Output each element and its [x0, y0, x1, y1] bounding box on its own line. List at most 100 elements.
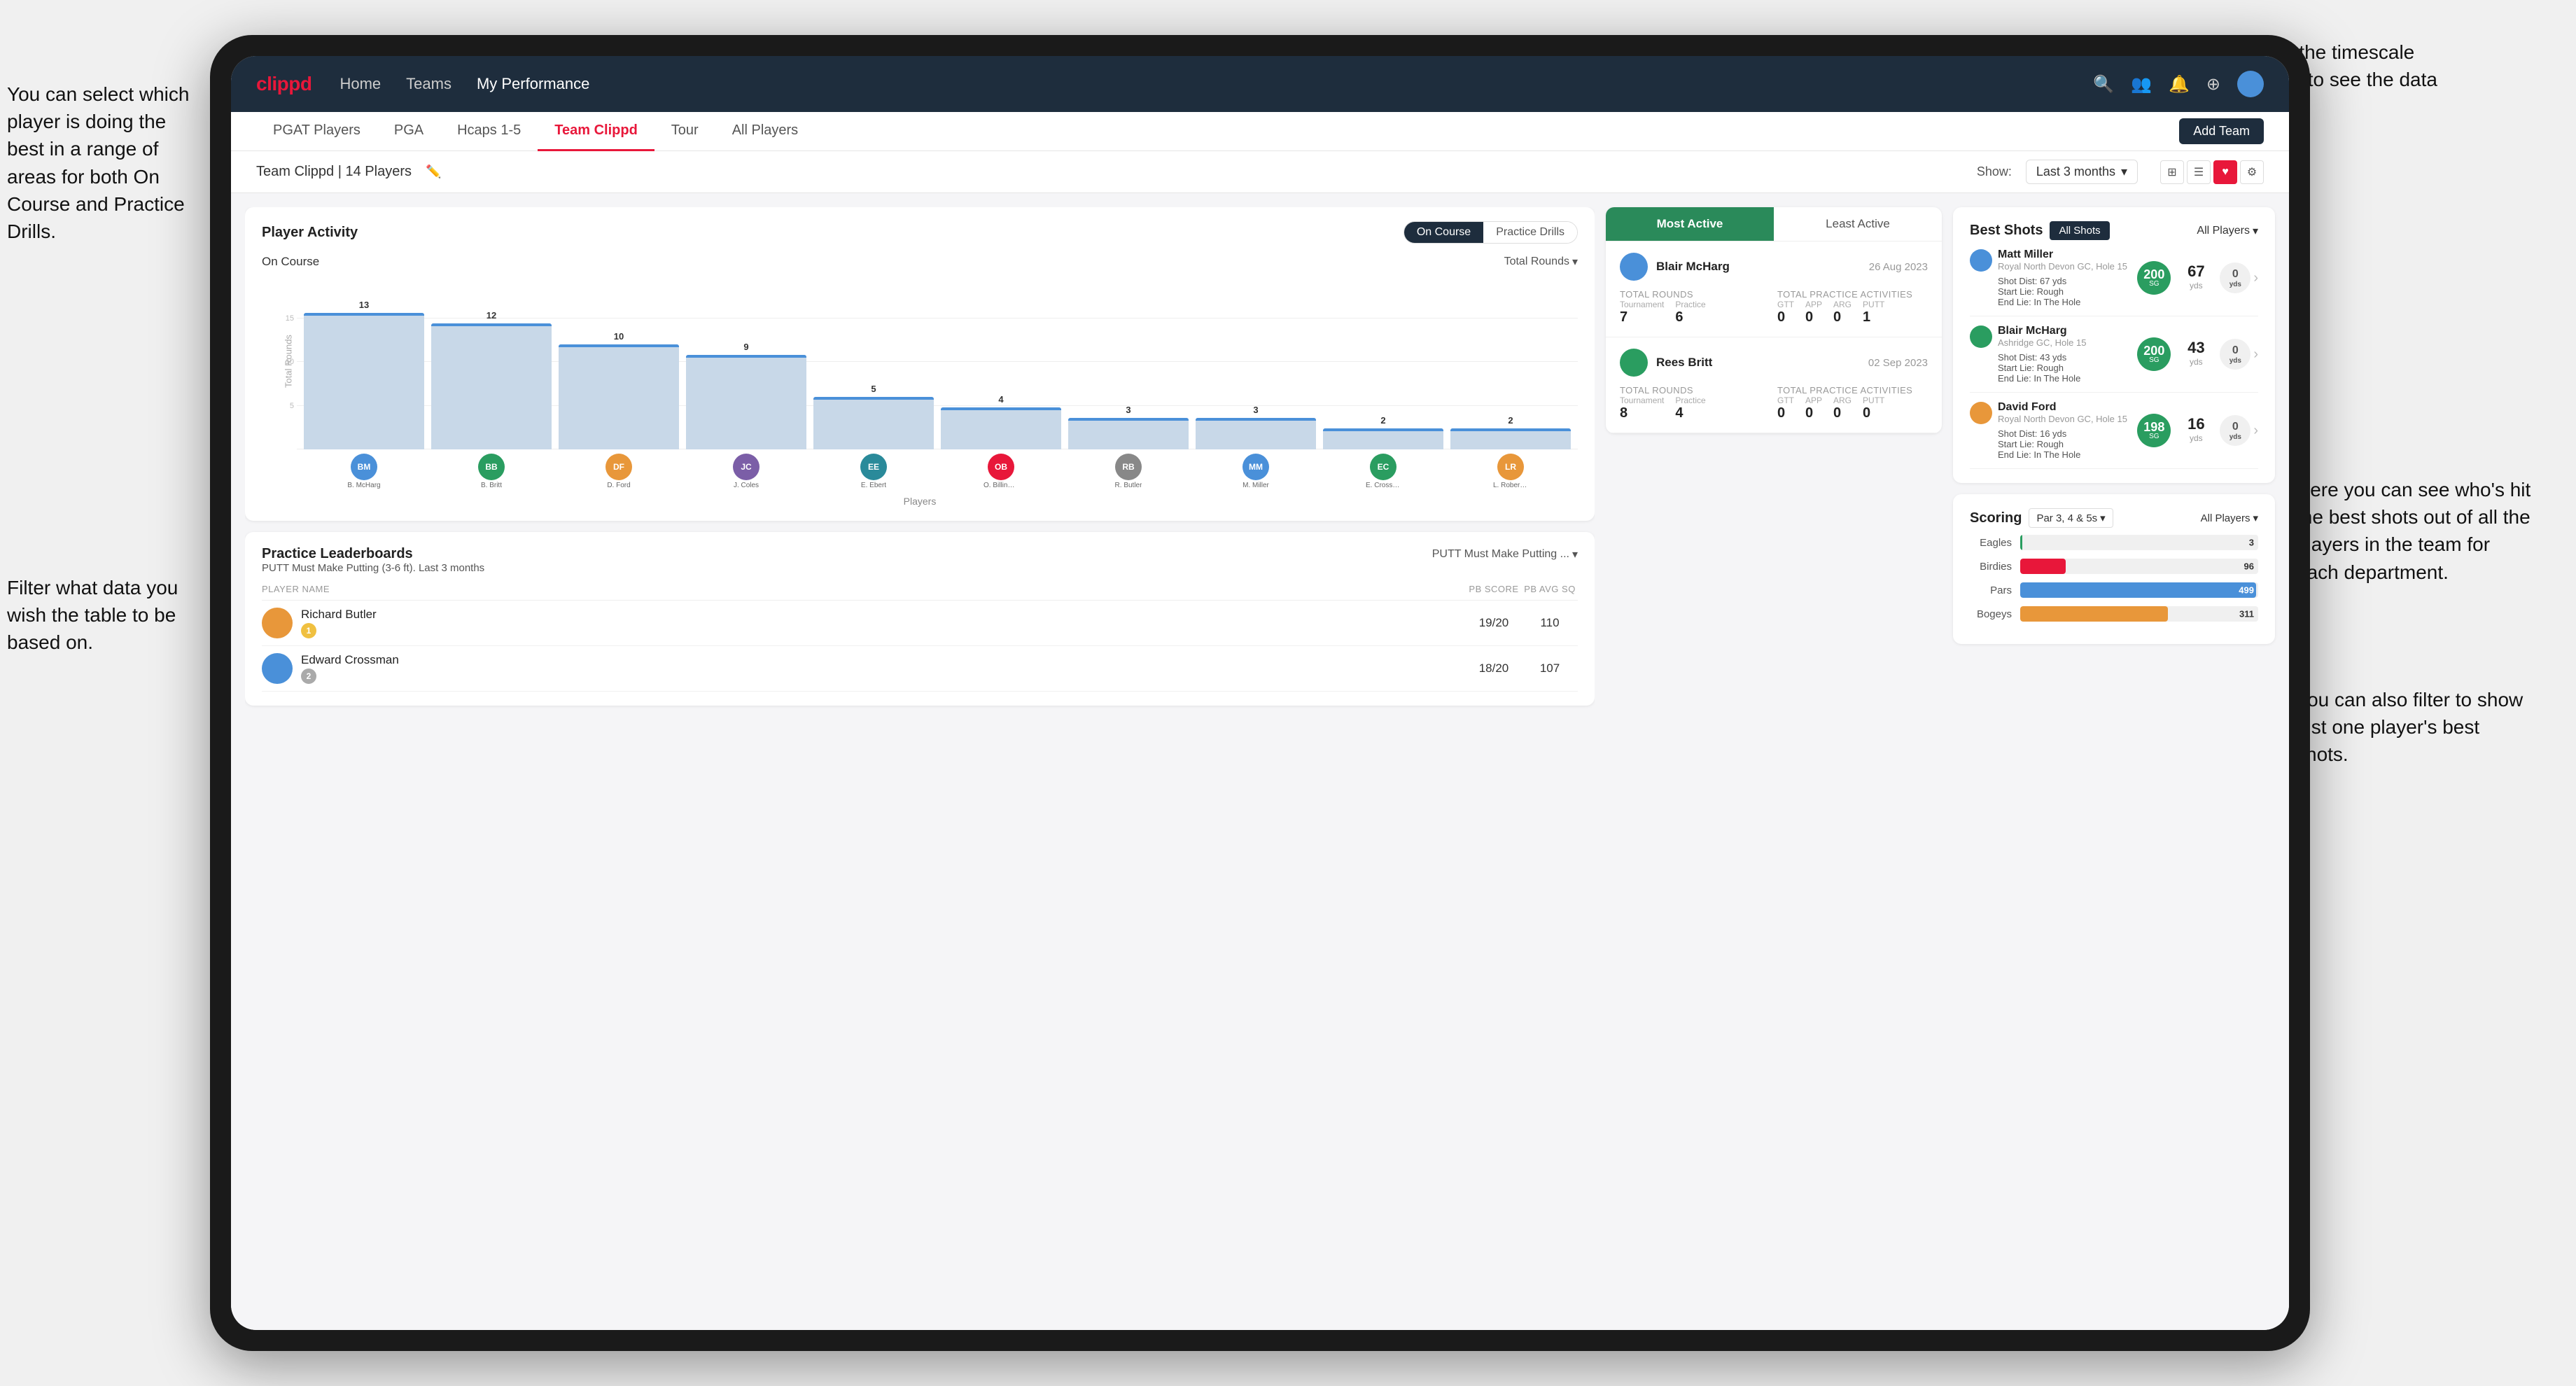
lb-table-header: PLAYER NAME PB SCORE PB AVG SQ — [262, 584, 1578, 601]
arg-label: ARG — [1833, 396, 1851, 405]
avatar — [262, 608, 293, 638]
scoring-bar-label: Bogeys — [1970, 608, 2012, 620]
tournament-stat: Tournament 8 — [1620, 396, 1664, 421]
all-players-dropdown[interactable]: All Players ▾ — [2197, 224, 2258, 238]
activity-player: Rees Britt 02 Sep 2023 Total Rounds Tour… — [1606, 337, 1942, 433]
scoring-players-dropdown[interactable]: All Players ▾ — [2201, 512, 2258, 524]
all-shots-button[interactable]: All Shots — [2050, 221, 2109, 240]
metric-value: 43 — [2178, 339, 2214, 357]
tab-team-clippd[interactable]: Team Clippd — [538, 112, 654, 151]
tab-least-active[interactable]: Least Active — [1774, 207, 1942, 241]
badge-label: SG — [2149, 357, 2159, 364]
most-active-card: Most Active Least Active Blair McHarg 26… — [1606, 207, 1942, 433]
bar-value: 3 — [1126, 405, 1130, 415]
practice-label: Practice — [1675, 396, 1705, 405]
scoring-title: Scoring — [1970, 510, 2022, 526]
player-name-label: E. Ebert — [861, 482, 886, 489]
annotation-filter: Filter what data you wish the table to b… — [7, 574, 203, 657]
nav-item-teams[interactable]: Teams — [406, 75, 451, 93]
chevron-down-icon: ▾ — [2100, 512, 2106, 524]
player-avatar: LR — [1497, 454, 1524, 480]
chevron-down-icon: ▾ — [1572, 255, 1578, 269]
shot-metrics: 67 yds 0 yds — [2178, 262, 2250, 293]
view-toggle-grid[interactable]: ⊞ — [2160, 160, 2184, 184]
chart-header: On Course Total Rounds ▾ — [262, 255, 1578, 269]
gtt-value: 0 — [1777, 309, 1794, 326]
chevron-down-icon: ▾ — [1572, 547, 1578, 561]
scoring-bar-value: 96 — [2244, 561, 2254, 572]
gtt-stat: GTT 0 — [1777, 396, 1794, 421]
shots-toggle: All Shots — [2050, 221, 2109, 240]
shot-metric: 16 yds — [2178, 415, 2214, 446]
scoring-filter-dropdown[interactable]: Par 3, 4 & 5s ▾ — [2029, 508, 2113, 528]
add-circle-icon[interactable]: ⊕ — [2206, 74, 2220, 94]
search-icon[interactable]: 🔍 — [2093, 74, 2114, 94]
team-header: Team Clippd | 14 Players ✏️ Show: Last 3… — [231, 151, 2289, 193]
nav-item-home[interactable]: Home — [340, 75, 381, 93]
avatar — [1620, 253, 1648, 281]
practice-leaderboards-card: Practice Leaderboards PUTT Must Make Put… — [245, 532, 1595, 706]
view-toggle-list[interactable]: ☰ — [2187, 160, 2211, 184]
tab-most-active[interactable]: Most Active — [1606, 207, 1774, 241]
rounds-row: Tournament 7 Practice 6 — [1620, 300, 1770, 326]
practice-drills-toggle[interactable]: Practice Drills — [1483, 222, 1577, 243]
edit-icon[interactable]: ✏️ — [426, 164, 441, 179]
practice-stat: Practice 6 — [1675, 300, 1705, 326]
scoring-bar-track: 96 — [2020, 559, 2258, 574]
nav-item-performance[interactable]: My Performance — [477, 75, 589, 93]
rounds-label: Total Rounds — [1620, 385, 1770, 396]
add-team-button[interactable]: Add Team — [2179, 118, 2264, 144]
scoring-bar-fill — [2020, 559, 2066, 574]
view-toggle-settings[interactable]: ⚙ — [2240, 160, 2264, 184]
bar-group: 5 — [813, 384, 934, 449]
chart-bar — [813, 397, 934, 449]
gtt-label: GTT — [1777, 396, 1794, 405]
nav-right: 🔍 👥 🔔 ⊕ — [2093, 71, 2264, 97]
app-value: 0 — [1805, 405, 1822, 421]
leaderboard-dropdown[interactable]: PUTT Must Make Putting ... ▾ — [1432, 547, 1578, 561]
putt-stat: PUTT 0 — [1863, 396, 1884, 421]
user-avatar[interactable] — [2237, 71, 2264, 97]
tournament-label: Tournament — [1620, 300, 1664, 309]
tab-pga[interactable]: PGA — [377, 112, 440, 151]
app-stat: APP 0 — [1805, 396, 1822, 421]
show-dropdown[interactable]: Last 3 months ▾ — [2026, 160, 2138, 184]
lb-player-info: Edward Crossman 2 — [262, 653, 1466, 684]
on-course-toggle[interactable]: On Course — [1404, 222, 1483, 243]
annotation-best-shots: Here you can see who's hit the best shot… — [2296, 476, 2534, 586]
view-toggle-heart[interactable]: ♥ — [2213, 160, 2237, 184]
avatar — [1620, 349, 1648, 377]
x-axis-title: Players — [262, 496, 1578, 507]
left-panel: Player Activity On Course Practice Drill… — [245, 207, 1595, 1316]
table-row[interactable]: David Ford Royal North Devon GC, Hole 15… — [1970, 393, 2258, 469]
tab-tour[interactable]: Tour — [654, 112, 715, 151]
putt-value: 1 — [1863, 309, 1884, 326]
list-item[interactable]: Richard Butler 1 19/20 110 — [262, 601, 1578, 646]
activity-player-header: Rees Britt 02 Sep 2023 — [1620, 349, 1928, 377]
users-icon[interactable]: 👥 — [2131, 74, 2152, 94]
right-panel: Best Shots All Shots All Players ▾ — [1953, 207, 2275, 1316]
arg-stat: ARG 0 — [1833, 300, 1851, 326]
tab-hcaps[interactable]: Hcaps 1-5 — [440, 112, 538, 151]
list-item[interactable]: Edward Crossman 2 18/20 107 — [262, 646, 1578, 692]
table-row[interactable]: Matt Miller Royal North Devon GC, Hole 1… — [1970, 240, 2258, 316]
scoring-bar-row: Bogeys 311 — [1970, 606, 2258, 622]
tab-all-players[interactable]: All Players — [715, 112, 815, 151]
scoring-bar-track: 3 — [2020, 535, 2258, 550]
tab-pgat-players[interactable]: PGAT Players — [256, 112, 377, 151]
player-name-label: B. Britt — [481, 482, 502, 489]
shot-badge: 200 SG — [2137, 337, 2171, 371]
sub-nav-right: Add Team — [2179, 118, 2264, 144]
bell-icon[interactable]: 🔔 — [2169, 74, 2190, 94]
avatar — [1970, 249, 1992, 272]
chart-bar — [686, 355, 806, 449]
activity-date: 26 Aug 2023 — [1869, 261, 1928, 273]
scoring-bar-label: Eagles — [1970, 537, 2012, 549]
lb-player-info: Richard Butler 1 — [262, 608, 1466, 638]
show-label: Show: — [1977, 164, 2012, 179]
table-row[interactable]: Blair McHarg Ashridge GC, Hole 15 Shot D… — [1970, 316, 2258, 393]
practice-activities-group: Total Practice Activities GTT 0 APP 0 — [1777, 385, 1928, 421]
bar-value: 3 — [1253, 405, 1258, 415]
chart-dropdown[interactable]: Total Rounds ▾ — [1504, 255, 1578, 269]
activity-date: 02 Sep 2023 — [1868, 357, 1928, 369]
